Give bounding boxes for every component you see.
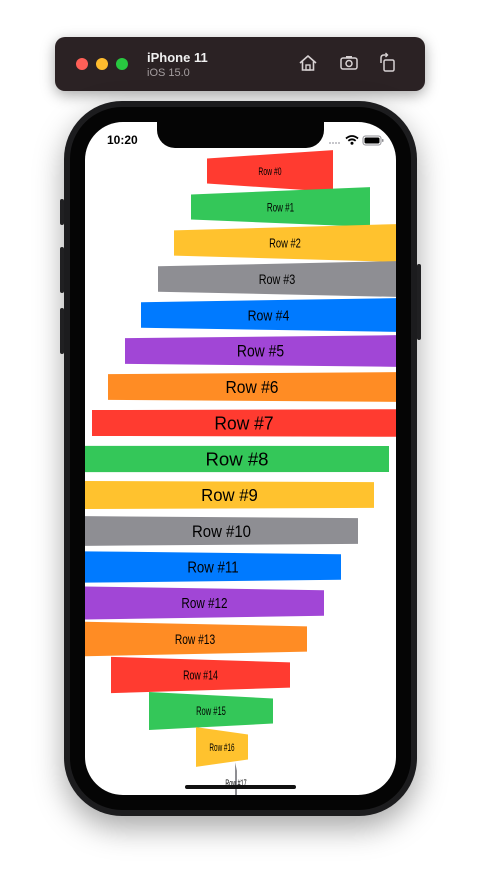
row-14-label: Row #14 <box>183 669 218 683</box>
volume-down-button <box>60 308 64 354</box>
status-time: 10:20 <box>107 133 138 147</box>
row-16-label: Row #16 <box>209 741 234 753</box>
row-15-label: Row #15 <box>196 706 226 719</box>
cellular-icon <box>329 142 340 144</box>
row-0-label: Row #0 <box>258 165 281 177</box>
row-9-label: Row #9 <box>201 485 258 506</box>
row-5-label: Row #5 <box>237 343 284 361</box>
screenshot-button[interactable] <box>338 52 360 74</box>
row-11-label: Row #11 <box>187 560 238 577</box>
zoom-window-button[interactable] <box>116 58 128 70</box>
volume-up-button <box>60 247 64 293</box>
simulator-toolbar: iPhone 11 iOS 15.0 <box>55 37 425 91</box>
home-indicator[interactable] <box>185 785 296 789</box>
row-4-label: Row #4 <box>248 306 290 324</box>
os-version: iOS 15.0 <box>147 67 190 79</box>
row-6-label: Row #6 <box>225 378 278 397</box>
row-13-label: Row #13 <box>175 631 215 647</box>
battery-icon <box>362 135 384 146</box>
row-7-label: Row #7 <box>214 413 273 433</box>
row-1-label: Row #1 <box>267 202 294 215</box>
device-screen: Row #0 Row #1 Row #2 Row #3 Row #4 Row #5 Row … <box>85 122 396 795</box>
power-button <box>417 264 421 340</box>
close-window-button[interactable] <box>76 58 88 70</box>
rotate-icon <box>380 52 395 72</box>
row-8-label: Row #8 <box>205 448 268 469</box>
row-2-label: Row #2 <box>269 237 301 251</box>
home-icon <box>299 55 317 71</box>
minimize-window-button[interactable] <box>96 58 108 70</box>
row-10-label: Row #10 <box>192 523 251 541</box>
home-button[interactable] <box>297 52 319 74</box>
rotate-button[interactable] <box>377 52 399 74</box>
notch <box>157 122 324 148</box>
row-3-label: Row #3 <box>259 272 296 288</box>
status-icons <box>329 135 384 146</box>
row-12-label: Row #12 <box>181 595 227 612</box>
mute-switch <box>60 199 64 225</box>
row-list[interactable]: Row #0 Row #1 Row #2 Row #3 Row #4 Row #5 Row … <box>85 122 396 795</box>
device-name: iPhone 11 <box>147 50 208 65</box>
screenshot-icon <box>340 56 358 70</box>
wifi-icon <box>345 135 359 145</box>
